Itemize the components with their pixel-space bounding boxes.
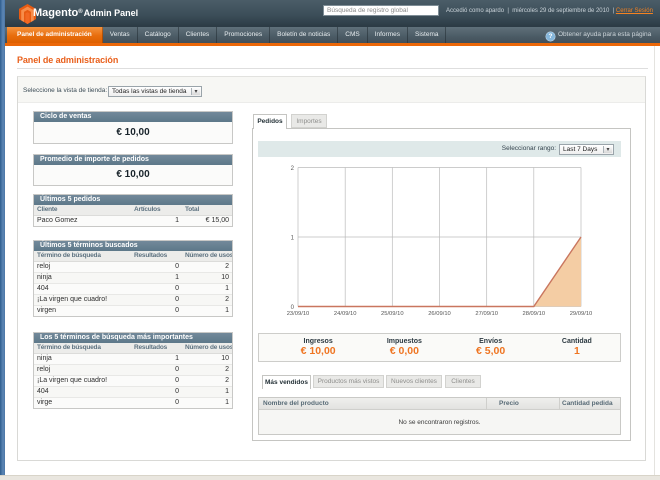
svg-text:24/09/10: 24/09/10 [334,311,357,317]
svg-text:28/09/10: 28/09/10 [523,311,546,317]
svg-text:26/09/10: 26/09/10 [428,311,451,317]
svg-text:25/09/10: 25/09/10 [381,311,404,317]
svg-text:29/09/10: 29/09/10 [570,311,593,317]
svg-text:27/09/10: 27/09/10 [475,311,498,317]
svg-text:23/09/10: 23/09/10 [287,311,310,317]
svg-text:2: 2 [291,166,295,172]
svg-text:1: 1 [291,236,295,242]
